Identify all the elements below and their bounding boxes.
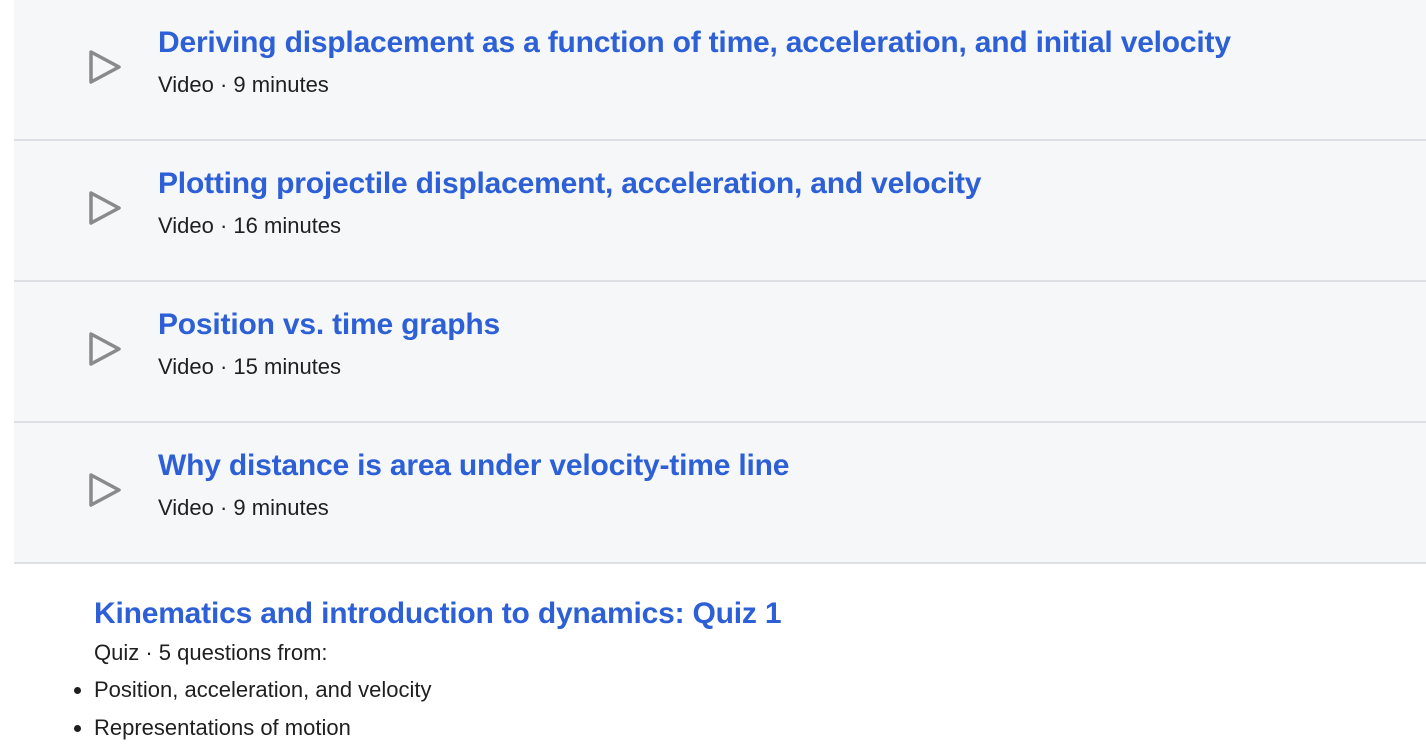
video-item[interactable]: Why distance is area under velocity-time… [14, 423, 1426, 564]
quiz-topic-list: Position, acceleration, and velocity Rep… [74, 671, 1394, 747]
quiz-item: Kinematics and introduction to dynamics:… [74, 595, 1394, 747]
video-title-link[interactable]: Position vs. time graphs [158, 308, 500, 342]
quiz-topic: Position, acceleration, and velocity [74, 671, 1394, 709]
lesson-list: Deriving displacement as a function of t… [14, 0, 1426, 564]
video-meta: Video · 16 minutes [158, 213, 342, 238]
video-item[interactable]: Position vs. time graphs Video · 15 minu… [14, 282, 1426, 423]
video-title-link[interactable]: Deriving displacement as a function of t… [158, 26, 1231, 60]
bullet-icon [74, 687, 81, 694]
video-title-link[interactable]: Plotting projectile displacement, accele… [158, 167, 981, 201]
play-icon[interactable] [88, 472, 122, 508]
quiz-topic-label: Position, acceleration, and velocity [94, 677, 432, 702]
quiz-title-link[interactable]: Kinematics and introduction to dynamics:… [94, 595, 1394, 633]
play-icon[interactable] [88, 49, 122, 85]
video-item[interactable]: Deriving displacement as a function of t… [14, 0, 1426, 141]
video-meta: Video · 9 minutes [158, 495, 329, 520]
play-icon[interactable] [88, 190, 122, 226]
quiz-meta: Quiz · 5 questions from: [94, 640, 328, 665]
play-icon[interactable] [88, 331, 122, 367]
bullet-icon [74, 725, 81, 732]
video-item[interactable]: Plotting projectile displacement, accele… [14, 141, 1426, 282]
video-meta: Video · 15 minutes [158, 354, 342, 379]
quiz-topic: Representations of motion [74, 709, 1394, 747]
video-title-link[interactable]: Why distance is area under velocity-time… [158, 449, 789, 483]
video-meta: Video · 9 minutes [158, 72, 329, 97]
quiz-topic-label: Representations of motion [94, 715, 351, 740]
